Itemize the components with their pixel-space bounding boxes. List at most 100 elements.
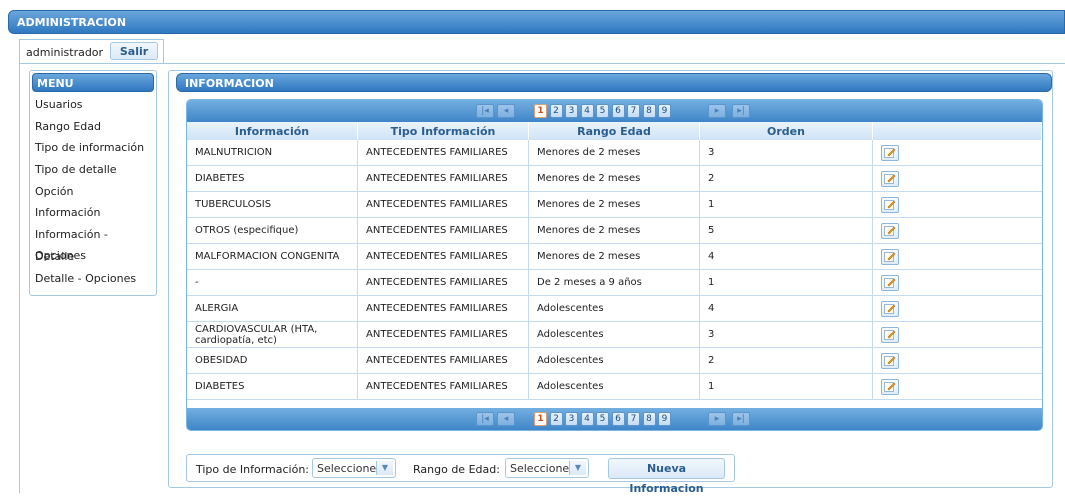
page-number-button[interactable]: 1 xyxy=(534,412,547,426)
cell-tipo: ANTECEDENTES FAMILIARES xyxy=(357,269,529,296)
cell-informacion: OBESIDAD xyxy=(187,347,358,374)
column-header-rango[interactable]: Rango Edad xyxy=(528,122,700,140)
cell-actions xyxy=(872,373,1042,400)
edit-icon[interactable] xyxy=(881,222,899,239)
cell-informacion: - xyxy=(187,269,358,296)
menu-item[interactable]: Opción xyxy=(30,181,156,203)
edit-icon[interactable] xyxy=(881,170,899,187)
cell-tipo: ANTECEDENTES FAMILIARES xyxy=(357,347,529,374)
first-page-icon[interactable]: |◂ xyxy=(476,412,494,426)
cell-actions xyxy=(872,295,1042,322)
chevron-down-icon[interactable]: ▼ xyxy=(569,461,586,475)
table-row[interactable]: CARDIOVASCULAR (HTA, cardiopatía, etc) AN… xyxy=(187,321,1042,348)
first-page-icon[interactable]: |◂ xyxy=(476,104,494,118)
next-page-icon[interactable]: ▸ xyxy=(708,104,726,118)
logout-button[interactable]: Salir xyxy=(110,42,158,60)
cell-tipo: ANTECEDENTES FAMILIARES xyxy=(357,243,529,270)
prev-page-icon[interactable]: ◂ xyxy=(497,104,515,118)
edit-icon[interactable] xyxy=(881,326,899,343)
column-header-informacion[interactable]: Información xyxy=(187,122,358,140)
cell-rango: De 2 meses a 9 años xyxy=(528,269,700,296)
menu-item[interactable]: Tipo de detalle xyxy=(30,159,156,181)
page-number-button[interactable]: 8 xyxy=(642,412,656,426)
cell-tipo: ANTECEDENTES FAMILIARES xyxy=(357,295,529,322)
page-number-button[interactable]: 3 xyxy=(565,104,578,118)
page-number-button[interactable]: 3 xyxy=(565,412,578,426)
prev-page-icon[interactable]: ◂ xyxy=(497,412,515,426)
side-menu: MENU Usuarios Rango Edad Tipo de informaci… xyxy=(29,70,157,296)
cell-orden: 3 xyxy=(699,140,873,166)
tipo-filter-select[interactable]: Seleccione... ▼ xyxy=(312,458,396,478)
cell-rango: Adolescentes xyxy=(528,347,700,374)
table-row[interactable]: MALFORMACION CONGENITA ANTECEDENTES FAMIL… xyxy=(187,243,1042,270)
menu-title: MENU xyxy=(32,73,154,92)
last-page-icon[interactable]: ▸| xyxy=(732,104,750,118)
user-bar: administrador Salir xyxy=(19,39,164,63)
page-number-button[interactable]: 6 xyxy=(611,104,625,118)
page-number-button[interactable]: 1 xyxy=(534,104,547,118)
menu-item[interactable]: Usuarios xyxy=(30,94,156,116)
cell-tipo: ANTECEDENTES FAMILIARES xyxy=(357,140,529,166)
table-row[interactable]: TUBERCULOSIS ANTECEDENTES FAMILIARES Menor… xyxy=(187,191,1042,218)
edit-icon[interactable] xyxy=(881,300,899,317)
edit-icon[interactable] xyxy=(881,144,899,161)
page-number-button[interactable]: 4 xyxy=(580,412,594,426)
rango-filter-select[interactable]: Seleccione... ▼ xyxy=(505,458,589,478)
menu-item[interactable]: Detalle xyxy=(30,246,156,268)
cell-actions xyxy=(872,321,1042,348)
page-number-button[interactable]: 2 xyxy=(549,104,563,118)
edit-icon[interactable] xyxy=(881,196,899,213)
rango-filter-label: Rango de Edad: xyxy=(413,463,500,476)
page-number-button[interactable]: 9 xyxy=(658,104,671,118)
page-number-button[interactable]: 6 xyxy=(611,412,625,426)
page-number-button[interactable]: 2 xyxy=(549,412,563,426)
cell-rango: Adolescentes xyxy=(528,321,700,348)
cell-informacion: DIABETES xyxy=(187,373,358,400)
cell-tipo: ANTECEDENTES FAMILIARES xyxy=(357,217,529,244)
table-row[interactable]: ALERGIA ANTECEDENTES FAMILIARES Adolescent… xyxy=(187,295,1042,322)
pager-bottom: |◂ ◂ 1 2 3 4 5 6 7 8 9 ▸ ▸| xyxy=(187,408,1042,430)
table-row[interactable]: OBESIDAD ANTECEDENTES FAMILIARES Adolescen… xyxy=(187,347,1042,374)
cell-informacion: ALERGIA xyxy=(187,295,358,322)
edit-icon[interactable] xyxy=(881,378,899,395)
next-page-icon[interactable]: ▸ xyxy=(708,412,726,426)
table-row[interactable]: DIABETES ANTECEDENTES FAMILIARES Adolescen… xyxy=(187,373,1042,400)
cell-rango: Adolescentes xyxy=(528,295,700,322)
menu-item[interactable]: Información xyxy=(30,202,156,224)
menu-item[interactable]: Tipo de información xyxy=(30,137,156,159)
tipo-filter-label: Tipo de Información: xyxy=(196,463,310,476)
cell-informacion: CARDIOVASCULAR (HTA, cardiopatía, etc) xyxy=(187,321,358,348)
cell-rango: Menores de 2 meses xyxy=(528,191,700,218)
cell-orden: 3 xyxy=(699,321,873,348)
info-table: Información Tipo Información Rango Edad … xyxy=(187,122,1042,400)
filter-bar: Tipo de Información: Seleccione... ▼ Ran… xyxy=(186,454,735,495)
column-header-orden[interactable]: Orden xyxy=(699,122,873,140)
page-number-button[interactable]: 4 xyxy=(580,104,594,118)
cell-informacion: TUBERCULOSIS xyxy=(187,191,358,218)
page-number-button[interactable]: 9 xyxy=(658,412,671,426)
page-number-button[interactable]: 5 xyxy=(596,104,609,118)
page-number-button[interactable]: 7 xyxy=(627,104,640,118)
table-row[interactable]: OTROS (especifique) ANTECEDENTES FAMILIAR… xyxy=(187,217,1042,244)
page-number-button[interactable]: 8 xyxy=(642,104,656,118)
new-info-button[interactable]: Nueva Informacion xyxy=(608,458,725,495)
edit-icon[interactable] xyxy=(881,352,899,369)
page-number-button[interactable]: 7 xyxy=(627,412,640,426)
column-header-tipo[interactable]: Tipo Información xyxy=(357,122,529,140)
cell-orden: 4 xyxy=(699,243,873,270)
edit-icon[interactable] xyxy=(881,248,899,265)
chevron-down-icon[interactable]: ▼ xyxy=(376,461,393,475)
cell-informacion: MALNUTRICION xyxy=(187,140,358,166)
last-page-icon[interactable]: ▸| xyxy=(732,412,750,426)
menu-item[interactable]: Detalle - Opciones xyxy=(30,268,156,290)
table-row[interactable]: MALNUTRICION ANTECEDENTES FAMILIARES Menor… xyxy=(187,140,1042,166)
page-number-button[interactable]: 5 xyxy=(596,412,609,426)
data-grid: |◂ ◂ 1 2 3 4 5 6 7 8 9 ▸ ▸| Información Tipo Informa… xyxy=(186,99,1043,431)
edit-icon[interactable] xyxy=(881,274,899,291)
menu-item[interactable]: Información - Opciones xyxy=(30,224,156,262)
cell-orden: 1 xyxy=(699,191,873,218)
table-row[interactable]: - ANTECEDENTES FAMILIARES De 2 meses a 9 a… xyxy=(187,269,1042,296)
cell-orden: 2 xyxy=(699,347,873,374)
menu-item[interactable]: Rango Edad xyxy=(30,116,156,138)
table-row[interactable]: DIABETES ANTECEDENTES FAMILIARES Menores d… xyxy=(187,165,1042,192)
